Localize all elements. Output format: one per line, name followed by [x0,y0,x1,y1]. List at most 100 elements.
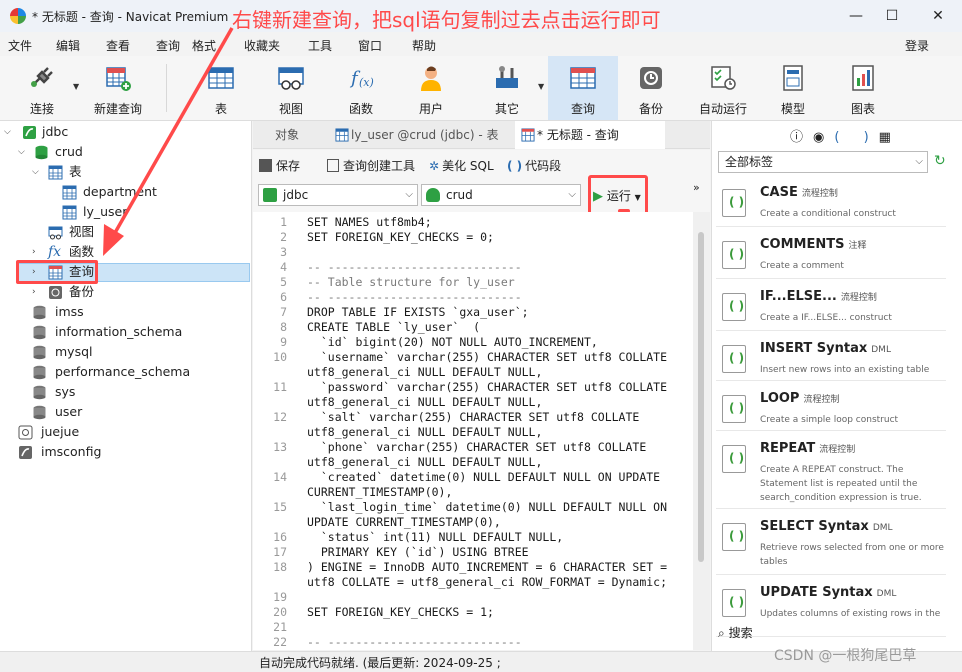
code-line[interactable]: CREATE TABLE `ly_user` ( [307,320,480,334]
code-line[interactable]: DROP TABLE IF EXISTS `gxa_user`; [307,305,529,319]
code-line[interactable]: utf8_general_ci NULL DEFAULT NULL, [307,365,542,379]
snippet-item[interactable]: ( ) COMMENTS 注释 Create a comment [716,229,946,279]
menu-favorites[interactable]: 收藏夹 [244,37,280,54]
model-button[interactable]: 模型 [768,56,818,120]
collapse-icon[interactable]: ⌵ [18,142,30,162]
snippet-tab-icon[interactable]: ( ) [834,130,878,145]
more-chevron-icon[interactable]: » [693,181,700,194]
code-line[interactable]: CURRENT_TIMESTAMP(0), [307,485,452,499]
snippet-file-icon: ( ) [722,345,746,373]
menu-tools[interactable]: 工具 [308,37,332,54]
snippet-file-icon: ( ) [722,445,746,473]
code-line[interactable]: `id` bigint(20) NOT NULL AUTO_INCREMENT, [307,335,598,349]
login-button[interactable]: 登录 [905,37,929,54]
new-query-button[interactable]: 新建查询 [88,56,148,120]
eye-icon[interactable]: ◉ [813,130,834,145]
code-line[interactable]: `created` datetime(0) NULL DEFAULT NULL … [307,470,660,484]
line-number: 12 [273,410,287,424]
view-button[interactable]: 视图 [266,56,316,120]
minimize-button[interactable]: — [846,6,866,26]
snippet-item[interactable]: ( ) CASE 流程控制 Create a conditional construc… [716,177,946,227]
other-dropdown-icon[interactable]: ▼ [538,82,544,91]
database-select[interactable]: crud ⌵ [421,184,581,206]
table-button[interactable]: 表 [196,56,246,120]
other-button[interactable]: 其它 [482,56,532,120]
navigation-tree: ⌵ jdbc ⌵ crud ⌵ 表 department ly_user 视图 … [0,121,252,651]
database-icon [33,385,46,400]
collapse-icon[interactable]: ⌵ [32,162,44,182]
code-line[interactable]: SET NAMES utf8mb4; [307,215,432,229]
query-builder-button[interactable]: 查询创建工具 [327,157,415,174]
code-line[interactable]: utf8_general_ci NULL DEFAULT NULL, [307,425,542,439]
code-line[interactable]: utf8 COLLATE = utf8_general_ci ROW_FORMA… [307,575,667,589]
code-line[interactable]: ) ENGINE = InnoDB AUTO_INCREMENT = 6 CHA… [307,560,667,574]
snippet-item[interactable]: ( ) LOOP 流程控制 Create a simple loop construc… [716,383,946,431]
scrollbar-thumb[interactable] [698,232,704,562]
code-line[interactable]: -- ---------------------------- [307,635,522,649]
snippet-item[interactable]: ( ) SELECT Syntax DML Retrieve rows selecte… [716,511,946,575]
connection-select[interactable]: jdbc ⌵ [258,184,418,206]
snippet-item[interactable]: ( ) REPEAT 流程控制 Create A REPEAT construct. … [716,433,946,509]
chart-button[interactable]: 图表 [838,56,888,120]
editor-scrollbar[interactable] [693,212,710,650]
code-line[interactable]: -- ---------------------------- [307,260,522,274]
code-line[interactable]: `username` varchar(255) CHARACTER SET ut… [307,350,667,364]
code-snippet-button[interactable]: ( ) 代码段 [507,157,561,174]
database-icon [35,145,48,160]
expand-icon[interactable]: › [32,242,44,262]
close-button[interactable]: ✕ [928,6,948,26]
menu-window[interactable]: 窗口 [358,37,382,54]
grid-icon[interactable]: ▦ [879,130,901,145]
save-button[interactable]: 保存 [259,157,300,174]
line-number: 13 [273,440,287,454]
tab-objects[interactable]: 对象 [275,121,325,149]
snippet-title-text: CASE [760,185,798,200]
menu-file[interactable]: 文件 [8,37,32,54]
function-button[interactable]: f (x) 函数 [336,56,386,120]
user-button[interactable]: 用户 [406,56,456,120]
menu-edit[interactable]: 编辑 [56,37,80,54]
code-line[interactable]: PRIMARY KEY (`id`) USING BTREE [307,545,529,559]
autorun-button[interactable]: 自动运行 [694,56,752,120]
chevron-down-icon: ⌵ [915,156,923,167]
snippet-description: Create a simple loop construct [760,415,899,425]
line-number: 19 [273,590,287,604]
code-line[interactable]: `password` varchar(255) CHARACTER SET ut… [307,380,667,394]
code-line[interactable]: `salt` varchar(255) CHARACTER SET utf8 C… [307,410,640,424]
code-line[interactable]: -- ---------------------------- [307,290,522,304]
sql-editor[interactable]: 1 SET NAMES utf8mb4; 2 SET FOREIGN_KEY_CHEC… [253,212,693,650]
info-icon[interactable]: ⓘ [790,130,813,145]
snippet-item[interactable]: ( ) INSERT Syntax DML Insert new rows into … [716,333,946,381]
menu-format[interactable]: 格式 [192,37,216,54]
connect-dropdown-icon[interactable]: ▼ [73,82,79,91]
code-line[interactable]: -- Table structure for ly_user [307,275,515,289]
watermark-text: CSDN @一根狗尾巴草 [774,648,917,664]
expand-icon[interactable]: › [32,282,44,302]
snippet-item[interactable]: ( ) IF...ELSE... 流程控制 Create a IF...ELSE...… [716,281,946,331]
backup-button[interactable]: 备份 [626,56,676,120]
code-line[interactable]: utf8_general_ci NULL DEFAULT NULL, [307,395,542,409]
menu-help[interactable]: 帮助 [412,37,436,54]
query-button[interactable]: 查询 [548,56,618,120]
code-line[interactable]: SET FOREIGN_KEY_CHECKS = 1; [307,605,494,619]
menu-query[interactable]: 查询 [156,37,180,54]
tab-untitled-query[interactable]: * 无标题 - 查询 [515,121,665,149]
snippet-tag: DML [872,523,893,533]
code-line[interactable]: `status` int(11) NULL DEFAULT NULL, [307,530,563,544]
beautify-sql-button[interactable]: ✲ 美化 SQL [429,157,494,174]
connect-button[interactable]: 连接 [14,56,70,120]
code-line[interactable]: utf8_general_ci NULL DEFAULT NULL, [307,455,542,469]
maximize-button[interactable]: ☐ [882,6,902,26]
tab-ly-user-table[interactable]: ly_user @crud (jdbc) - 表 [331,121,511,149]
snippet-description: Create a conditional construct [760,209,896,219]
code-line[interactable]: `last_login_time` datetime(0) NULL DEFAU… [307,500,667,514]
snippet-search[interactable]: ⌕ 搜索 [718,624,753,641]
menu-view[interactable]: 查看 [106,37,130,54]
refresh-icon[interactable]: ↻ [934,153,946,169]
collapse-icon[interactable]: ⌵ [4,122,16,142]
code-line[interactable]: UPDATE CURRENT_TIMESTAMP(0), [307,515,501,529]
code-line[interactable]: SET FOREIGN_KEY_CHECKS = 0; [307,230,494,244]
tag-filter-select[interactable]: 全部标签 ⌵ [718,151,928,173]
snippet-title-text: LOOP [760,391,800,406]
code-line[interactable]: `phone` varchar(255) CHARACTER SET utf8 … [307,440,646,454]
